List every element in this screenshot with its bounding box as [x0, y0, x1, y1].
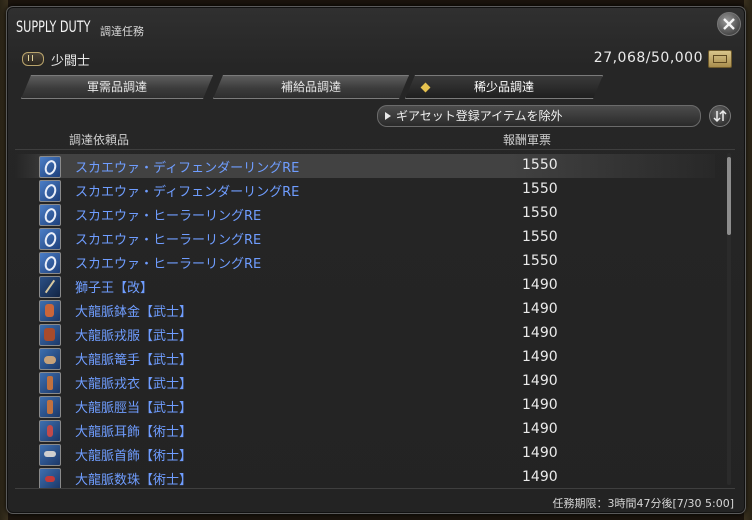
- company-seal-icon: [708, 50, 732, 68]
- ring-icon: [39, 252, 61, 274]
- item-seals: 1490: [522, 301, 558, 317]
- tab-provisioning[interactable]: 補給品調達: [213, 75, 409, 99]
- rank-insignia-icon: [22, 52, 44, 66]
- gloves-icon: [39, 348, 61, 370]
- item-seals: 1550: [522, 157, 558, 173]
- list-item[interactable]: スカエウァ・ディフェンダーリングRE 1550: [15, 154, 715, 178]
- window-subtitle: 調達任務: [100, 25, 144, 38]
- supply-duty-window: SUPPLY DUTY 調達任務 少闘士 27,068/50,000 軍需品調達…: [6, 6, 746, 514]
- greaves-icon: [39, 396, 61, 418]
- item-name: 大龍脈数珠【術士】: [75, 473, 193, 488]
- item-seals: 1490: [522, 469, 558, 485]
- item-name: スカエウァ・ヒーラーリングRE: [75, 233, 262, 248]
- ring-icon: [39, 180, 61, 202]
- item-name: 大龍脈戎衣【武士】: [75, 377, 193, 392]
- list-item[interactable]: 大龍脈戎衣【武士】 1490: [15, 370, 715, 394]
- list-item[interactable]: スカエウァ・ヒーラーリングRE 1550: [15, 226, 715, 250]
- ring-icon: [39, 228, 61, 250]
- play-arrow-icon: [385, 112, 391, 120]
- headgear-icon: [39, 300, 61, 322]
- item-name: スカエウァ・ディフェンダーリングRE: [75, 161, 300, 176]
- supply-tabs: 軍需品調達 補給品調達 稀少品調達: [21, 75, 611, 99]
- tab-label: 補給品調達: [280, 80, 341, 94]
- item-name: 大龍脈脛当【武士】: [75, 401, 193, 416]
- item-seals: 1490: [522, 349, 558, 365]
- tab-supply[interactable]: 軍需品調達: [21, 75, 213, 99]
- filter-label: ギアセット登録アイテムを除外: [396, 109, 563, 123]
- item-name: スカエウァ・ディフェンダーリングRE: [75, 185, 300, 200]
- ring-icon: [39, 204, 61, 226]
- item-seals: 1490: [522, 325, 558, 341]
- rank-label: 少闘士: [51, 54, 91, 69]
- body-armor-icon: [39, 324, 61, 346]
- column-header-item[interactable]: 調達依頼品: [69, 131, 129, 148]
- exclude-gearset-toggle[interactable]: ギアセット登録アイテムを除外: [377, 105, 701, 127]
- item-name: 大龍脈耳飾【術士】: [75, 425, 193, 440]
- item-seals: 1490: [522, 445, 558, 461]
- list-item[interactable]: 大龍脈脛当【武士】 1490: [15, 394, 715, 418]
- list-item[interactable]: スカエウァ・ヒーラーリングRE 1550: [15, 202, 715, 226]
- tab-expert-delivery[interactable]: 稀少品調達: [405, 75, 603, 99]
- item-name: 大龍脈首飾【術士】: [75, 449, 193, 464]
- item-seals: 1490: [522, 277, 558, 293]
- close-button[interactable]: [717, 12, 741, 36]
- item-seals: 1550: [522, 205, 558, 221]
- tab-label: 稀少品調達: [473, 80, 534, 94]
- column-header-seals[interactable]: 報酬軍票: [503, 131, 551, 148]
- item-seals: 1550: [522, 181, 558, 197]
- title-bar[interactable]: SUPPLY DUTY 調達任務: [7, 7, 745, 43]
- list-item[interactable]: 大龍脈数珠【術士】 1490: [15, 466, 715, 488]
- list-item[interactable]: スカエウァ・ヒーラーリングRE 1550: [15, 250, 715, 274]
- item-name: 大龍脈鉢金【武士】: [75, 305, 193, 320]
- item-seals: 1550: [522, 229, 558, 245]
- active-tab-marker-icon: [421, 83, 431, 93]
- item-name: 獅子王【改】: [75, 281, 154, 296]
- rank-row: 少闘士 27,068/50,000: [7, 47, 745, 69]
- katana-icon: [39, 276, 61, 298]
- ring-icon: [39, 156, 61, 178]
- deadline-text: 任務期限：3時間47分後[7/30 5:00]: [552, 497, 734, 510]
- legs-armor-icon: [39, 372, 61, 394]
- item-seals: 1550: [522, 253, 558, 269]
- scrollbar-thumb[interactable]: [727, 157, 731, 235]
- window-title: SUPPLY DUTY: [16, 17, 91, 36]
- item-seals: 1490: [522, 397, 558, 413]
- item-name: スカエウァ・ヒーラーリングRE: [75, 257, 262, 272]
- list-item[interactable]: 大龍脈首飾【術士】 1490: [15, 442, 715, 466]
- earring-icon: [39, 420, 61, 442]
- item-name: 大龍脈篭手【武士】: [75, 353, 193, 368]
- tab-label: 軍需品調達: [86, 80, 147, 94]
- item-seals: 1490: [522, 421, 558, 437]
- bracelet-icon: [39, 468, 61, 488]
- sort-button[interactable]: [709, 105, 731, 127]
- close-icon: [723, 18, 735, 30]
- footer-divider: [15, 488, 735, 489]
- sort-arrows-icon: [713, 109, 727, 123]
- list-item[interactable]: 大龍脈篭手【武士】 1490: [15, 346, 715, 370]
- list-item[interactable]: 獅子王【改】 1490: [15, 274, 715, 298]
- list-item[interactable]: 大龍脈鉢金【武士】 1490: [15, 298, 715, 322]
- seal-count: 27,068/50,000: [593, 50, 703, 66]
- item-seals: 1490: [522, 373, 558, 389]
- list-item[interactable]: 大龍脈戎服【武士】 1490: [15, 322, 715, 346]
- list-item[interactable]: 大龍脈耳飾【術士】 1490: [15, 418, 715, 442]
- list-item[interactable]: スカエウァ・ディフェンダーリングRE 1550: [15, 178, 715, 202]
- item-name: スカエウァ・ヒーラーリングRE: [75, 209, 262, 224]
- item-name: 大龍脈戎服【武士】: [75, 329, 193, 344]
- necklace-icon: [39, 444, 61, 466]
- item-list: スカエウァ・ディフェンダーリングRE 1550 スカエウァ・ディフェンダーリング…: [15, 149, 735, 488]
